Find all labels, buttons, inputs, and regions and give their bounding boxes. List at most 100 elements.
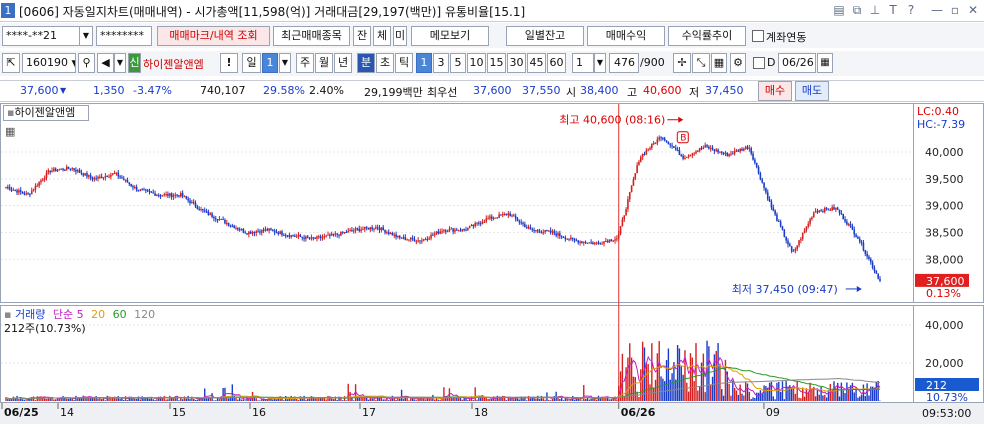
candle-body: [423, 239, 425, 240]
candle-body: [368, 228, 370, 230]
volume-bar: [390, 399, 391, 401]
close-icon[interactable]: ✕: [966, 3, 980, 18]
candle-body: [248, 232, 250, 235]
high-annotation: 최고 40,600 (08:16): [559, 114, 665, 127]
recent-trades-button[interactable]: 최근매매종목: [273, 26, 350, 46]
window-tile-icon[interactable]: ▤: [832, 3, 846, 18]
candle-body: [515, 216, 517, 219]
unfilled-button[interactable]: 미: [393, 26, 407, 46]
candle-body: [237, 228, 239, 229]
period-week-button[interactable]: 주: [296, 53, 314, 73]
gear-icon[interactable]: ⚙: [730, 53, 746, 73]
help-icon[interactable]: ?: [904, 3, 918, 18]
sound-dropdown-icon[interactable]: ▼: [114, 53, 126, 73]
calendar-icon[interactable]: ▦: [817, 53, 833, 73]
range-input[interactable]: 476: [609, 53, 639, 73]
balance-button[interactable]: 잔: [353, 26, 371, 46]
volume-bar: [762, 394, 763, 401]
period-day-button[interactable]: 일: [242, 53, 261, 73]
price-volume-chart[interactable]: 최고 40,600 (08:16)B최저 37,450 (09:47) 40,0…: [0, 103, 984, 424]
trade-profit-button[interactable]: 매매수익: [587, 26, 665, 46]
candle-body: [653, 143, 655, 144]
date-field[interactable]: 06/26: [778, 53, 816, 73]
candle-body: [723, 153, 725, 154]
candle-body: [576, 240, 578, 241]
maximize-icon[interactable]: ▫: [948, 3, 962, 18]
account-number-field[interactable]: ****-**21: [2, 26, 80, 46]
candle-body: [679, 150, 681, 155]
period-second-button[interactable]: 초: [376, 53, 394, 73]
candle-body: [147, 190, 149, 191]
drawing-tool-icon[interactable]: ⤡: [692, 53, 710, 73]
candle-body: [59, 169, 61, 170]
sound-icon[interactable]: ◀: [97, 53, 114, 73]
minute-option-60[interactable]: 60: [547, 53, 566, 73]
candle-body: [209, 214, 211, 215]
text-size-icon[interactable]: T: [886, 3, 900, 18]
volume-bar: [55, 399, 56, 401]
candle-body: [554, 231, 556, 233]
volume-bar: [287, 399, 288, 401]
account-dropdown-icon[interactable]: ▼: [79, 26, 93, 46]
low-annotation: 최저 37,450 (09:47): [732, 283, 838, 296]
minute-option-10[interactable]: 10: [467, 53, 486, 73]
period-minute-button[interactable]: 분: [357, 53, 375, 73]
candle-body: [94, 178, 96, 179]
candle-body: [572, 238, 574, 239]
trade-mark-query-button[interactable]: 매매마크/내역 조회: [157, 26, 270, 46]
return-trend-button[interactable]: 수익률추이: [668, 26, 746, 46]
pin-icon[interactable]: ⊥: [868, 3, 882, 18]
minute-option-15[interactable]: 15: [487, 53, 506, 73]
volume-bar: [552, 399, 553, 401]
period-tick-button[interactable]: 틱: [395, 53, 413, 73]
candle-body: [145, 190, 147, 191]
search-icon[interactable]: ⚲: [78, 53, 95, 73]
chart-mode-icon[interactable]: ⇱: [2, 53, 20, 73]
count-input[interactable]: 1: [572, 53, 594, 73]
candle-body: [430, 235, 432, 238]
period-month-button[interactable]: 월: [315, 53, 333, 73]
grid-table-icon[interactable]: ▦: [5, 125, 18, 138]
period-year-button[interactable]: 년: [334, 53, 352, 73]
candle-body: [550, 231, 552, 233]
data-table-icon[interactable]: ▦: [711, 53, 727, 73]
minute-option-3[interactable]: 3: [433, 53, 449, 73]
buy-button[interactable]: 매수: [758, 81, 792, 101]
crosshair-tool-icon[interactable]: ✢: [673, 53, 691, 73]
minute-option-5[interactable]: 5: [450, 53, 466, 73]
volume-bar: [272, 400, 273, 401]
count-dropdown-icon[interactable]: ▼: [594, 53, 606, 73]
volume-bar: [798, 398, 799, 401]
minute-option-30[interactable]: 30: [507, 53, 526, 73]
candle-body: [491, 217, 493, 219]
period-count-dropdown-icon[interactable]: ▼: [279, 53, 291, 73]
memo-view-button[interactable]: 메모보기: [411, 26, 489, 46]
candle-body: [38, 182, 40, 186]
minimize-icon[interactable]: —: [930, 3, 944, 18]
candle-body: [489, 217, 491, 219]
filled-button[interactable]: 체: [373, 26, 391, 46]
volume-bar: [787, 387, 788, 401]
minute-option-1[interactable]: 1: [416, 53, 432, 73]
chart-area[interactable]: 최고 40,600 (08:16)B최저 37,450 (09:47) 40,0…: [0, 103, 984, 424]
password-field[interactable]: ********: [96, 26, 152, 46]
candle-body: [804, 230, 806, 233]
candle-body: [664, 138, 666, 140]
window-copy-icon[interactable]: ⧉: [850, 3, 864, 18]
volume-bar: [9, 399, 10, 401]
sell-button[interactable]: 매도: [795, 81, 829, 101]
candle-body: [66, 167, 68, 170]
alert-icon[interactable]: !: [220, 53, 238, 73]
candle-body: [640, 157, 642, 162]
daily-balance-button[interactable]: 일별잔고: [506, 26, 584, 46]
stock-code-field[interactable]: 160190 ▼: [22, 53, 76, 73]
account-link-checkbox[interactable]: [752, 30, 764, 42]
minute-option-45[interactable]: 45: [527, 53, 546, 73]
volume-bar: [795, 394, 796, 401]
volume-bar: [843, 390, 844, 401]
candle-body: [500, 214, 502, 215]
candle-body: [581, 241, 583, 242]
chart-stock-name: 하이젠알앤엠: [14, 106, 75, 119]
period-count-field[interactable]: 1: [262, 53, 278, 73]
date-checkbox[interactable]: [753, 57, 765, 69]
